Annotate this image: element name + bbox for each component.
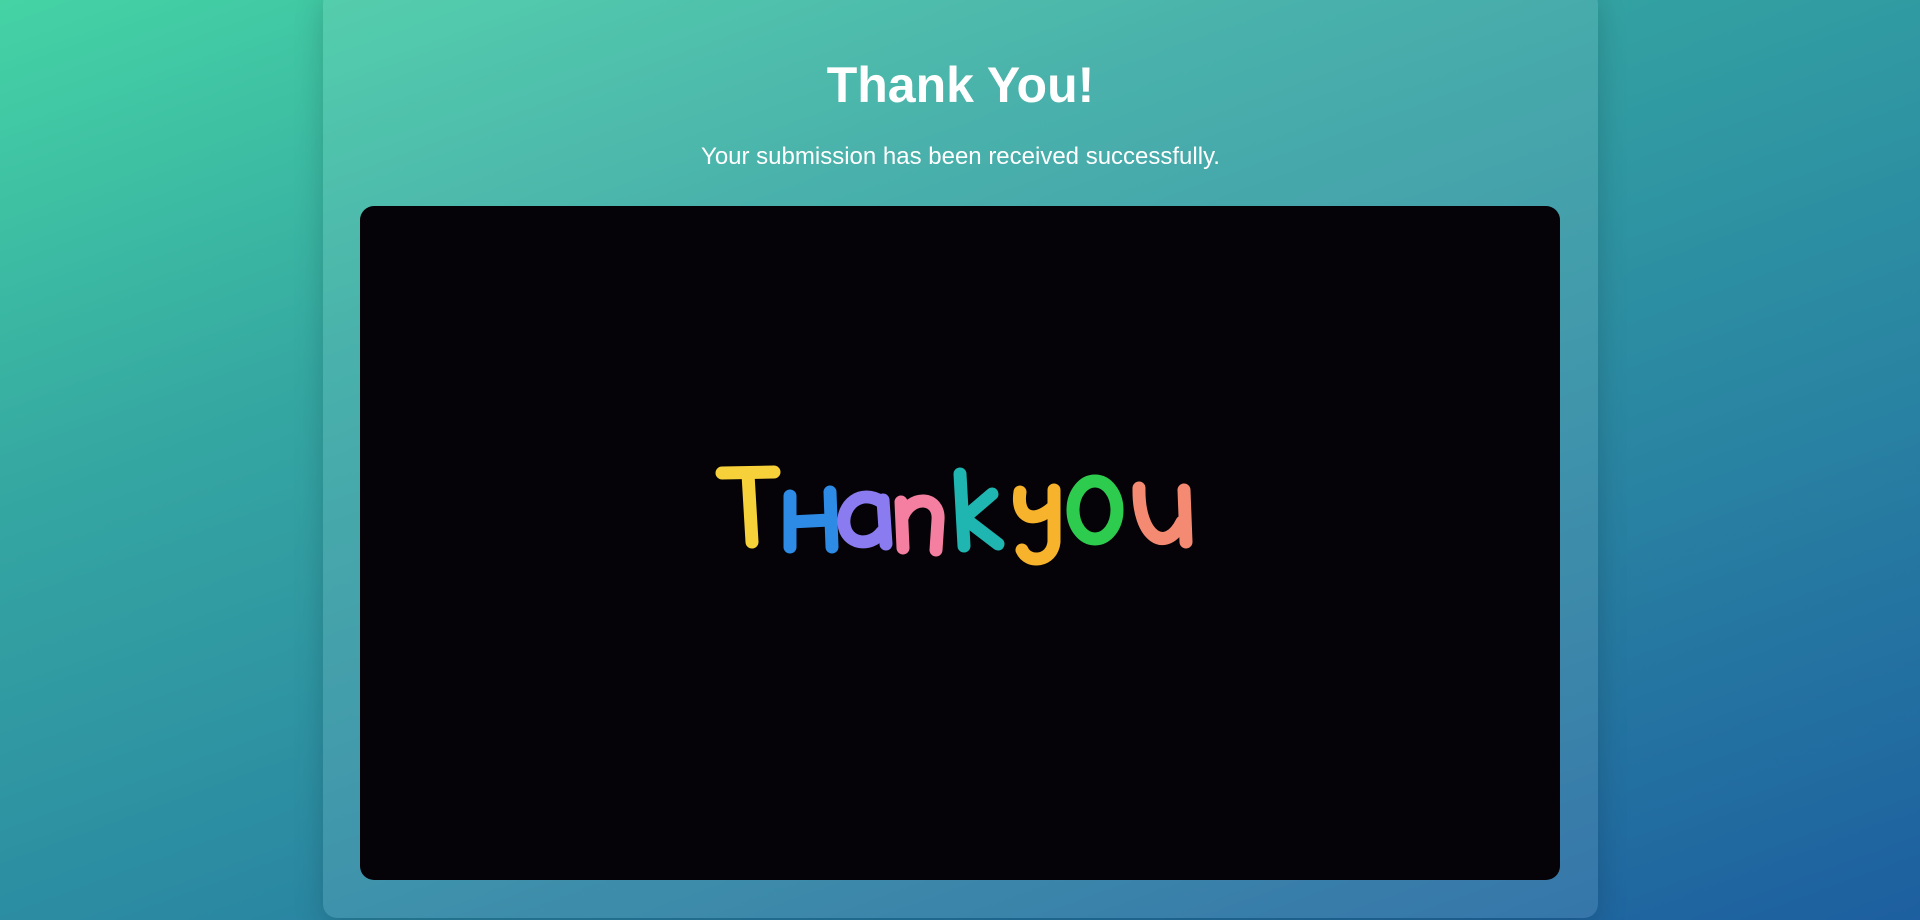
letter-n-graphic	[894, 494, 945, 557]
letter-y-graphic	[1012, 483, 1061, 566]
confirmation-message: Your submission has been received succes…	[701, 143, 1220, 170]
letter-u-graphic	[1132, 481, 1193, 549]
letter-o-graphic	[1066, 474, 1124, 546]
confirmation-card: Thank You! Your submission has been rece…	[323, 0, 1598, 918]
letter-t-graphic	[715, 465, 781, 549]
thank-you-handwritten-graphic	[715, 465, 1193, 566]
page-title: Thank You!	[826, 57, 1095, 113]
letter-h-graphic	[783, 485, 839, 554]
letter-a-graphic	[837, 490, 893, 551]
thank-you-animation	[360, 206, 1560, 880]
letter-k-graphic	[953, 467, 1005, 553]
